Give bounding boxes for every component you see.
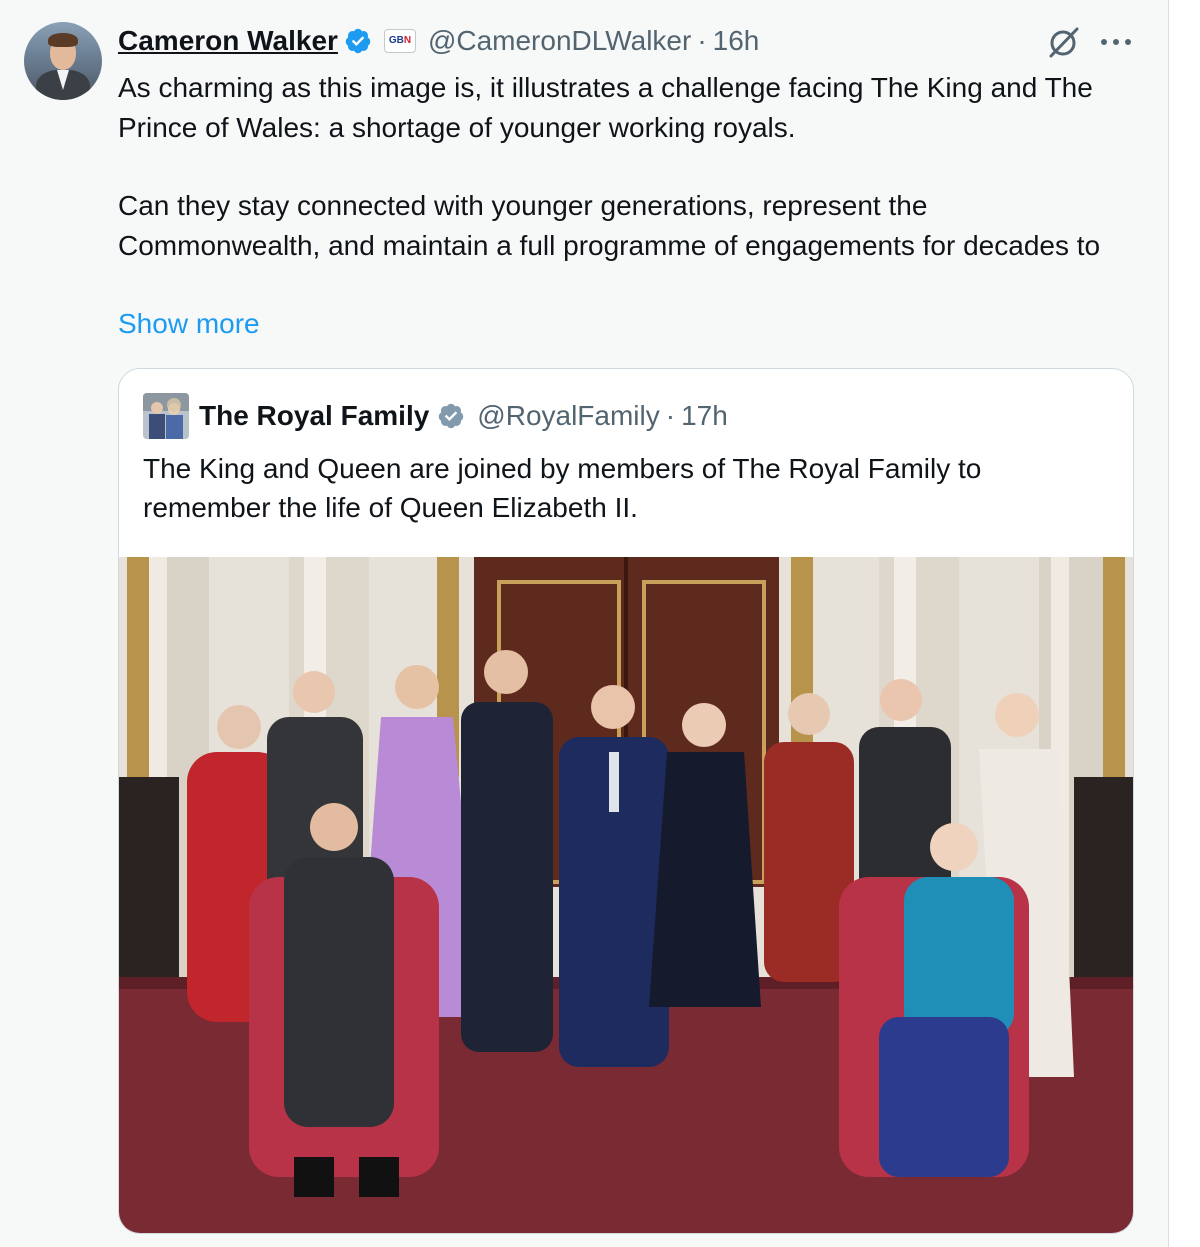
quoted-tweet-header: The Royal Family @RoyalFamily · 17h xyxy=(199,397,728,435)
quoted-tweet[interactable]: The Royal Family @RoyalFamily · 17h The … xyxy=(118,368,1134,1234)
quoted-author-handle[interactable]: @RoyalFamily xyxy=(477,400,659,432)
show-more-link[interactable]: Show more xyxy=(118,304,260,343)
verified-badge-icon[interactable] xyxy=(437,402,465,430)
author-name[interactable]: Cameron Walker xyxy=(118,25,338,57)
tweet-timestamp[interactable]: 16h xyxy=(713,25,760,57)
separator-dot: · xyxy=(665,400,676,431)
quoted-tweet-timestamp[interactable]: 17h xyxy=(681,400,728,432)
tweet[interactable]: Cameron Walker GBN @CameronDLWalker · 16… xyxy=(0,0,1169,1247)
affiliation-badge[interactable]: GBN xyxy=(383,29,416,53)
tweet-header: Cameron Walker GBN @CameronDLWalker · 16… xyxy=(118,22,759,60)
quoted-author-avatar[interactable] xyxy=(143,393,189,439)
tweet-paragraph: Can they stay connected with younger gen… xyxy=(118,190,1101,261)
quoted-author-name[interactable]: The Royal Family xyxy=(199,400,429,432)
author-handle[interactable]: @CameronDLWalker xyxy=(428,25,691,57)
royal-family-photo[interactable] xyxy=(119,557,1133,1233)
verified-badge-icon[interactable] xyxy=(344,27,372,55)
tweet-text: As charming as this image is, it illustr… xyxy=(118,68,1128,265)
author-avatar[interactable] xyxy=(24,22,102,100)
quoted-tweet-text: The King and Queen are joined by members… xyxy=(143,453,982,523)
more-options-icon[interactable] xyxy=(1100,38,1132,46)
tweet-paragraph: As charming as this image is, it illustr… xyxy=(118,72,1093,143)
grok-icon[interactable] xyxy=(1044,24,1082,62)
separator-dot: · xyxy=(697,25,707,56)
